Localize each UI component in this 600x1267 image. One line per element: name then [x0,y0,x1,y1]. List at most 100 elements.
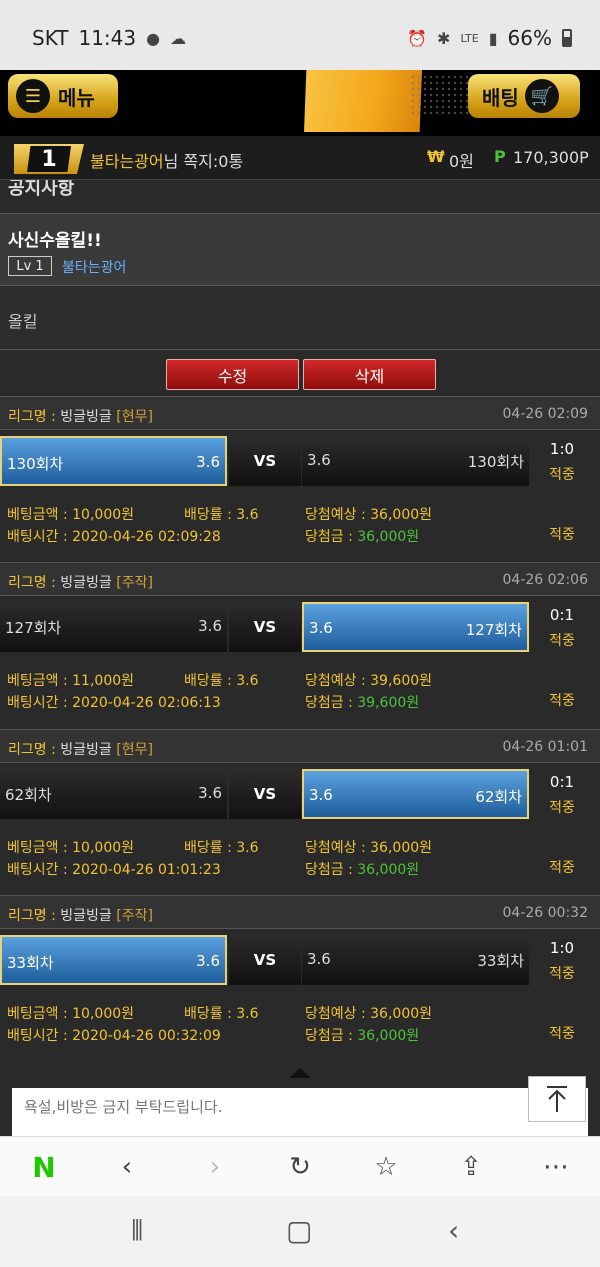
menu-button-label: 메뉴 [58,85,95,110]
edit-button[interactable]: 수정 [166,359,299,390]
league-label: 리그명 : 빙글빙글 [주작] [8,572,153,592]
home-odds: 3.6 [196,952,220,970]
home-odds: 3.6 [198,617,222,635]
home-pick[interactable]: 33회차 3.6 [0,935,227,985]
home-round: 127회차 [5,619,62,637]
expected-value: 39,600원 [370,673,433,689]
won-icon: ₩ [427,147,445,166]
league-type: [주작] [116,575,153,591]
away-pick[interactable]: 3.6 33회차 [302,935,529,985]
odds-row: 배당률 : 3.6 [184,504,259,524]
back-icon[interactable]: ‹ [107,1149,147,1185]
point-balance: 170,300P [513,148,589,167]
battery-icon [562,29,572,47]
score: 0:1 [549,773,575,791]
bet-card: 리그명 : 빙글빙글 [주작] 04-26 00:32 33회차 3.6 VS … [0,895,600,1061]
odds-label: 배당률 : [184,673,237,689]
comment-area [0,1078,600,1136]
odds-row: 배당률 : 3.6 [184,670,259,690]
comment-pointer [289,1068,311,1078]
score: 1:0 [549,440,575,458]
won-balance: 0원 [449,152,474,171]
bet-amount-row: 베팅금액 : 10,000원 [7,837,134,857]
bet-time-row: 배팅시간 : 2020-04-26 00:32:09 [7,1025,221,1045]
rank-number: 1 [27,146,71,172]
bet-card: 리그명 : 빙글빙글 [현무] 04-26 02:09 130회차 3.6 VS… [0,396,600,562]
logo-decoration [410,74,470,114]
forward-icon[interactable]: › [195,1149,235,1185]
home-pick[interactable]: 62회차 3.6 [0,769,227,819]
cart-icon: 🛒 [524,79,559,113]
win-label: 당첨금 : [305,695,358,711]
more-icon[interactable]: ⋯ [536,1149,576,1185]
bookmark-star-icon[interactable]: ☆ [366,1149,406,1185]
bet-amount-label: 베팅금액 : [7,1006,73,1022]
recent-apps-icon[interactable]: ⦀ [131,1214,143,1248]
delete-button[interactable]: 삭제 [303,359,436,390]
away-pick[interactable]: 3.6 130회차 [302,436,529,486]
odds-row: 배당률 : 3.6 [184,1003,259,1023]
expected-row: 당첨예상 : 36,000원 [305,504,432,524]
post-author[interactable]: 불타는광어 [62,257,126,277]
league-type: [현무] [116,742,153,758]
league-name: 빙글빙글 [60,575,112,591]
menu-icon: ☰ [16,79,50,113]
carrier-label: SKT [32,26,69,50]
league-label: 리그명 : 빙글빙글 [현무] [8,739,153,759]
share-icon[interactable]: ⇪ [451,1149,491,1185]
result-text: 적중 [549,693,575,709]
user-suffix: 님 [163,152,179,171]
league-label-text: 리그명 : [8,742,61,758]
message-count[interactable]: 쪽지:0통 [183,152,243,171]
vs-label: VS [229,602,301,652]
score: 1:0 [549,939,575,957]
site-header: ☰ 메뉴 배팅 🛒 [0,70,600,136]
odds-value: 3.6 [236,840,259,856]
battery-percent: 66% [507,26,552,50]
away-pick[interactable]: 3.6 62회차 [302,769,529,819]
bet-amount-row: 베팅금액 : 11,000원 [7,670,134,690]
user-name[interactable]: 불타는광어 [90,152,164,171]
home-pick[interactable]: 130회차 3.6 [0,436,227,486]
nav-back-icon[interactable]: ‹ [448,1214,459,1247]
home-pick[interactable]: 127회차 3.6 [0,602,227,652]
bet-time: 2020-04-26 01:01:23 [72,862,221,878]
away-pick[interactable]: 3.6 127회차 [302,602,529,652]
odds-value: 3.6 [236,1006,259,1022]
home-icon[interactable]: ▢ [286,1214,312,1247]
naver-home-icon[interactable]: N [24,1149,64,1185]
bet-time-label: 배팅시간 : [7,1028,73,1044]
expected-label: 당첨예상 : [305,1006,371,1022]
user-info-bar: 1 불타는광어님 쪽지:0통 ₩ 0원 P 170,300P [0,136,600,180]
odds-label: 배당률 : [184,840,237,856]
odds-label: 배당률 : [184,1006,237,1022]
result-text: 적중 [549,1026,575,1042]
home-odds: 3.6 [196,453,220,471]
win-amount: 36,000원 [357,1028,420,1044]
cloud-icon: ☁ [170,28,187,48]
bet-button[interactable]: 배팅 🛒 [468,74,580,118]
comment-input[interactable] [12,1088,588,1136]
home-round: 130회차 [7,455,64,473]
scroll-top-button[interactable] [528,1076,586,1122]
vs-label: VS [229,935,301,985]
win-row: 당첨금 : 39,600원 [305,692,419,712]
game-time: 04-26 02:06 [502,572,588,588]
bet-amount-label: 베팅금액 : [7,673,73,689]
bet-time: 2020-04-26 02:06:13 [72,695,221,711]
refresh-icon[interactable]: ↻ [280,1149,320,1185]
lte-label: LTE [460,31,479,45]
home-odds: 3.6 [198,784,222,802]
expected-value: 36,000원 [370,507,433,523]
away-odds: 3.6 [309,619,333,637]
bet-time-label: 배팅시간 : [7,529,73,545]
league-name: 빙글빙글 [60,742,112,758]
win-amount: 36,000원 [357,529,420,545]
site-logo[interactable] [304,70,422,132]
result-text: 적중 [549,527,575,543]
odds-row: 배당률 : 3.6 [184,837,259,857]
win-amount: 36,000원 [357,862,420,878]
win-row: 당첨금 : 36,000원 [305,859,419,879]
result-text: 적중 [549,860,575,876]
menu-button[interactable]: ☰ 메뉴 [8,74,118,118]
